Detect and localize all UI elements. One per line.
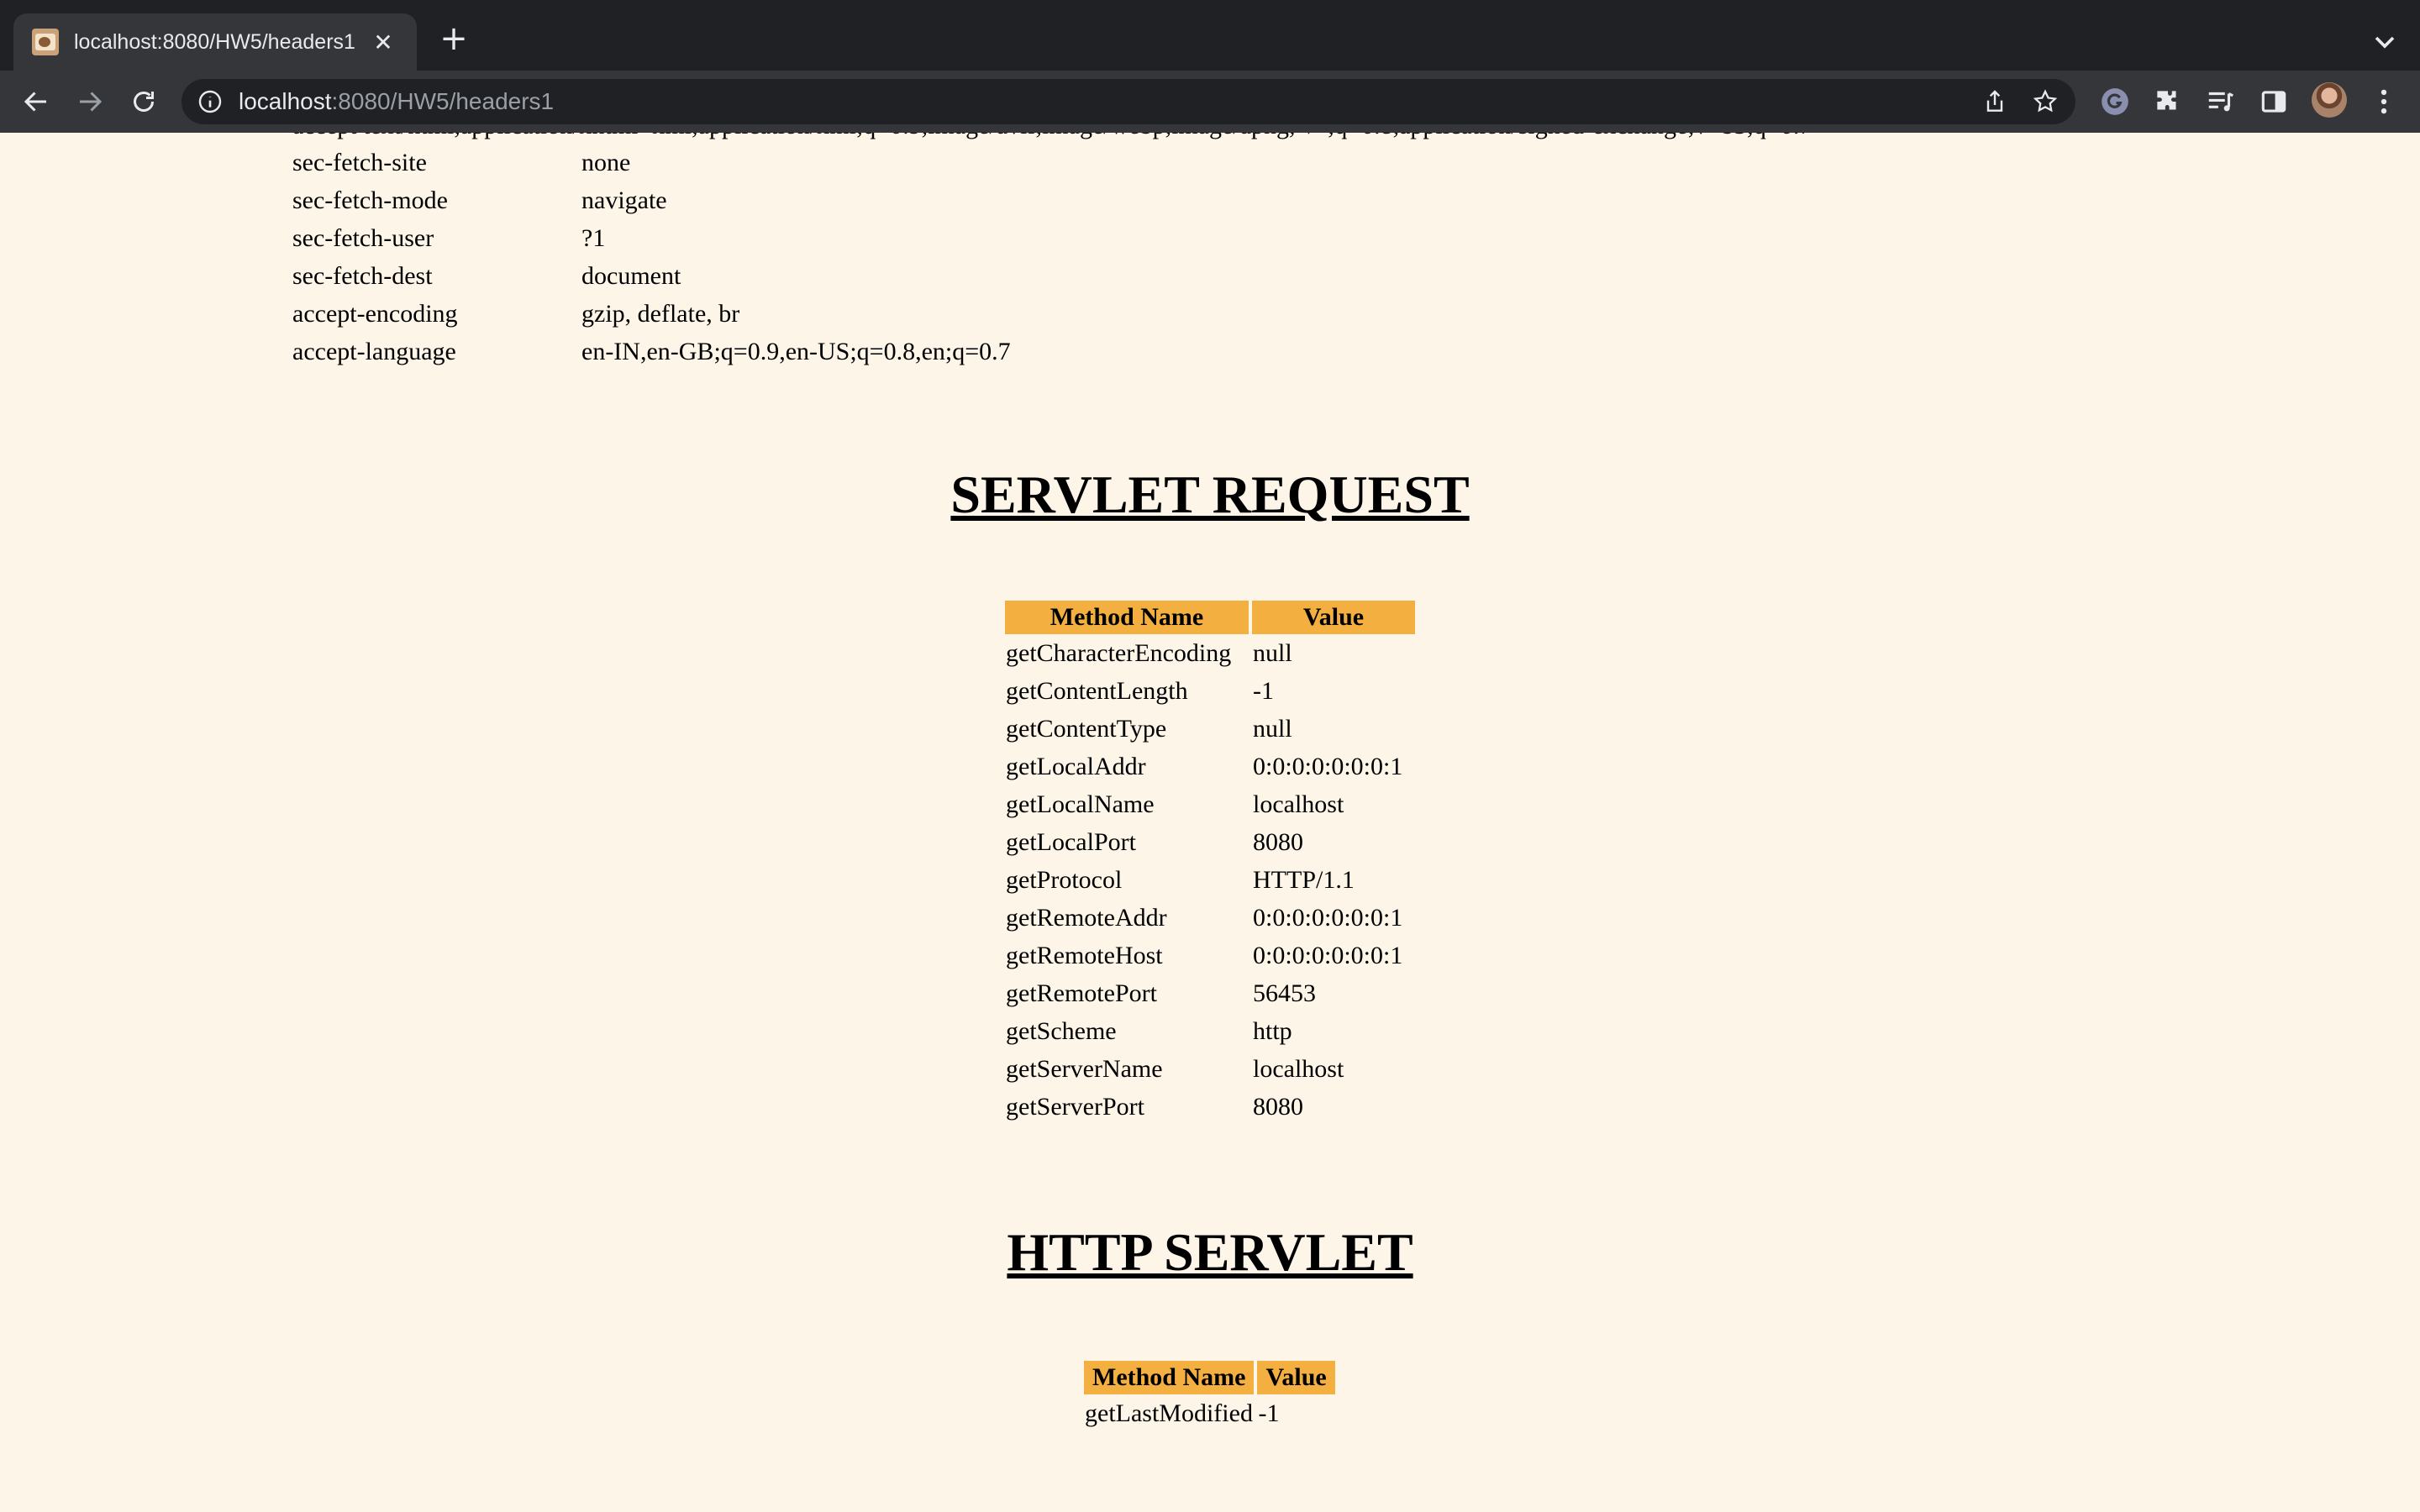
method-value-cell: -1 — [1253, 677, 1274, 705]
method-name-header: Method Name — [1005, 601, 1249, 634]
tab-title: localhost:8080/HW5/headers1 — [74, 29, 355, 54]
value-header: Value — [1257, 1361, 1335, 1394]
method-value-cell: -1 — [1258, 1399, 1280, 1427]
url-text[interactable]: localhost:8080/HW5/headers1 — [239, 79, 554, 124]
clipped-header-row: accept text/html,application/xhtml+xml,a… — [292, 133, 1812, 144]
method-name-cell: getLocalPort — [1006, 828, 1136, 856]
star-icon[interactable] — [2032, 88, 2059, 115]
table-row: getLocalName localhost — [1005, 785, 1415, 823]
method-value-cell: localhost — [1253, 1055, 1344, 1083]
chevron-down-icon[interactable] — [2368, 25, 2402, 59]
header-value: en-IN,en-GB;q=0.9,en-US;q=0.8,en;q=0.7 — [581, 338, 1011, 365]
forward-arrow-icon[interactable] — [69, 81, 111, 123]
table-row: getContentType null — [1005, 710, 1415, 748]
url-host: localhost — [239, 88, 332, 114]
table-row: getLocalPort 8080 — [1005, 823, 1415, 861]
info-icon[interactable] — [197, 88, 224, 115]
table-row: getServerName localhost — [1005, 1050, 1415, 1088]
puzzle-icon[interactable] — [2150, 84, 2186, 119]
table-row: getLocalAddr 0:0:0:0:0:0:0:1 — [1005, 748, 1415, 785]
header-value: gzip, deflate, br — [581, 300, 740, 328]
header-value: ?1 — [581, 224, 606, 252]
method-name-cell: getServerName — [1006, 1055, 1163, 1083]
method-name-cell: getLocalAddr — [1006, 753, 1146, 780]
header-name: sec-fetch-mode — [292, 186, 448, 214]
table-row: getRemoteAddr 0:0:0:0:0:0:0:1 — [1005, 899, 1415, 937]
method-name-cell: getContentLength — [1006, 677, 1188, 705]
method-value-cell: 8080 — [1253, 1093, 1303, 1121]
method-name-cell: getServerPort — [1006, 1093, 1144, 1121]
table-row: getCharacterEncoding null — [1005, 634, 1415, 672]
header-name: sec-fetch-dest — [292, 262, 433, 290]
table-row: getProtocol HTTP/1.1 — [1005, 861, 1415, 899]
servlet-request-table: Method Name Value getCharacterEncoding nu… — [1002, 601, 1418, 1126]
method-value-cell: null — [1253, 715, 1292, 743]
header-name: accept-encoding — [292, 300, 458, 328]
method-name-header: Method Name — [1084, 1361, 1255, 1394]
media-playlist-icon[interactable] — [2203, 84, 2238, 119]
method-name-cell: getLastModified — [1085, 1399, 1253, 1427]
method-name-cell: getLocalName — [1006, 790, 1155, 818]
http-servlet-title: HTTP SERVLET — [1007, 1222, 1413, 1282]
method-value-cell: 0:0:0:0:0:0:0:1 — [1253, 904, 1403, 932]
header-name: sec-fetch-site — [292, 149, 427, 176]
method-name-cell: getScheme — [1006, 1017, 1117, 1045]
method-name-cell: getRemoteAddr — [1006, 904, 1167, 932]
back-arrow-icon[interactable] — [15, 81, 57, 123]
header-value: none — [581, 149, 631, 176]
method-name-cell: getRemotePort — [1006, 979, 1157, 1007]
table-row: getRemotePort 56453 — [1005, 974, 1415, 1012]
browser-tab[interactable]: localhost:8080/HW5/headers1 ✕ — [13, 13, 417, 71]
browser-toolbar: localhost:8080/HW5/headers1 — [0, 71, 2420, 133]
plus-icon[interactable]: + — [435, 22, 472, 59]
header-value: navigate — [581, 186, 667, 214]
page-content: accept text/html,application/xhtml+xml,a… — [0, 133, 2420, 1512]
favicon-icon — [32, 29, 59, 55]
side-panel-icon[interactable] — [2256, 84, 2291, 119]
reload-icon[interactable] — [123, 81, 165, 123]
method-value-cell: 0:0:0:0:0:0:0:1 — [1253, 753, 1403, 780]
table-row: getContentLength -1 — [1005, 672, 1415, 710]
table-row: getServerPort 8080 — [1005, 1088, 1415, 1126]
kebab-menu-icon[interactable] — [2366, 84, 2402, 119]
method-value-cell: 0:0:0:0:0:0:0:1 — [1253, 942, 1403, 969]
method-value-cell: http — [1253, 1017, 1292, 1045]
method-value-cell: 8080 — [1253, 828, 1303, 856]
header-name: accept-language — [292, 338, 456, 365]
value-header: Value — [1252, 601, 1415, 634]
method-name-cell: getProtocol — [1006, 866, 1123, 894]
servlet-request-title: SERVLET REQUEST — [950, 465, 1470, 524]
table-row: getLastModified -1 — [1084, 1394, 1335, 1432]
tab-strip: localhost:8080/HW5/headers1 ✕ + — [0, 0, 2420, 71]
avatar[interactable] — [2312, 82, 2347, 118]
address-bar[interactable]: localhost:8080/HW5/headers1 — [182, 79, 2075, 124]
http-servlet-table: Method Name Value getLastModified -1 — [1081, 1361, 1339, 1432]
close-icon[interactable]: ✕ — [368, 29, 398, 56]
method-name-cell: getRemoteHost — [1006, 942, 1163, 969]
table-row: getScheme http — [1005, 1012, 1415, 1050]
header-name: sec-fetch-user — [292, 224, 434, 252]
url-path: :8080/HW5/headers1 — [331, 88, 555, 114]
method-value-cell: 56453 — [1253, 979, 1316, 1007]
grammarly-icon[interactable] — [2097, 84, 2133, 119]
method-value-cell: localhost — [1253, 790, 1344, 818]
method-name-cell: getContentType — [1006, 715, 1167, 743]
share-icon[interactable] — [1981, 88, 2008, 115]
header-value: document — [581, 262, 681, 290]
method-name-cell: getCharacterEncoding — [1006, 639, 1232, 667]
method-value-cell: null — [1253, 639, 1292, 667]
method-value-cell: HTTP/1.1 — [1253, 866, 1355, 894]
table-row: getRemoteHost 0:0:0:0:0:0:0:1 — [1005, 937, 1415, 974]
